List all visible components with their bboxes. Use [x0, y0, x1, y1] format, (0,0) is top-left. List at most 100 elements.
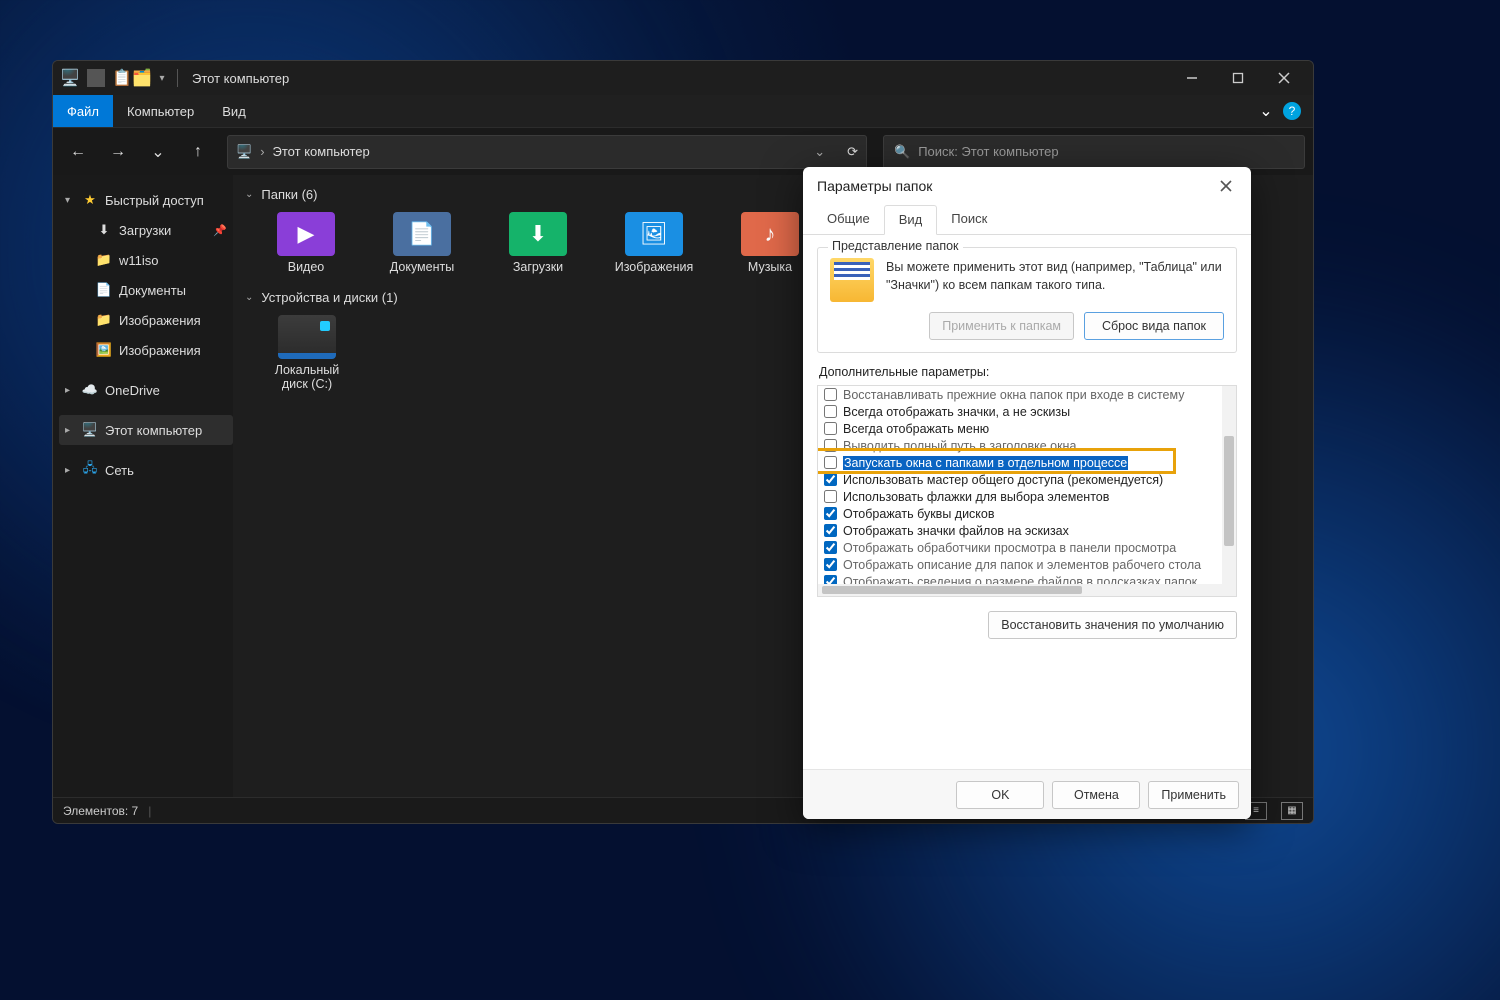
advanced-option[interactable]: Отображать сведения о размере файлов в п…	[822, 573, 1222, 584]
advanced-option[interactable]: Отображать обработчики просмотра в панел…	[822, 539, 1222, 556]
option-checkbox[interactable]	[824, 558, 837, 571]
minimize-button[interactable]	[1169, 61, 1215, 95]
up-button[interactable]: ↑	[181, 135, 215, 169]
option-checkbox[interactable]	[824, 575, 837, 584]
tab-view[interactable]: Вид	[884, 205, 938, 235]
advanced-option[interactable]: Отображать значки файлов на эскизах	[822, 522, 1222, 539]
scrollbar-thumb[interactable]	[822, 586, 1082, 594]
breadcrumb-sep: ›	[260, 144, 264, 159]
view-icons-button[interactable]: ▦	[1281, 802, 1303, 820]
folder-view-legend: Представление папок	[828, 239, 963, 253]
advanced-option[interactable]: Восстанавливать прежние окна папок при в…	[822, 386, 1222, 403]
advanced-option[interactable]: Отображать описание для папок и элементо…	[822, 556, 1222, 573]
sidebar-item-label: Изображения	[119, 343, 201, 358]
restore-defaults-button[interactable]: Восстановить значения по умолчанию	[988, 611, 1237, 639]
sidebar-item-quick-access[interactable]: ▾ ★ Быстрый доступ	[59, 185, 233, 215]
properties-icon[interactable]: 📋	[113, 69, 131, 87]
recent-locations-button[interactable]: ⌄	[141, 135, 175, 169]
sidebar-item-label: w11iso	[119, 253, 159, 268]
breadcrumb-location[interactable]: Этот компьютер	[273, 144, 370, 159]
tile-label: Видео	[288, 260, 325, 274]
star-icon: ★	[81, 192, 99, 208]
search-box[interactable]: 🔍 Поиск: Этот компьютер	[883, 135, 1305, 169]
menu-file[interactable]: Файл	[53, 95, 113, 127]
folder-pictures[interactable]: 🖼Изображения	[611, 212, 697, 274]
tab-general[interactable]: Общие	[813, 205, 884, 234]
chevron-down-icon[interactable]: ⌄	[245, 189, 253, 200]
dialog-close-button[interactable]	[1211, 171, 1241, 201]
advanced-option[interactable]: Запускать окна с папками в отдельном про…	[822, 454, 1222, 471]
forward-button[interactable]: →	[101, 135, 135, 169]
ribbon-expand-icon[interactable]: ⌄	[1253, 95, 1279, 127]
sidebar-item-pictures-1[interactable]: 📁 Изображения	[59, 305, 233, 335]
reset-folders-button[interactable]: Сброс вида папок	[1084, 312, 1224, 340]
scrollbar-thumb[interactable]	[1224, 436, 1234, 546]
drive-c[interactable]: Локальный диск (C:)	[263, 315, 351, 391]
option-checkbox[interactable]	[824, 422, 837, 435]
folder-icon[interactable]: 🗂️	[133, 69, 151, 87]
option-checkbox[interactable]	[824, 473, 837, 486]
tile-label: Локальный диск (C:)	[263, 363, 351, 391]
search-placeholder: Поиск: Этот компьютер	[918, 144, 1058, 159]
menu-computer[interactable]: Компьютер	[113, 95, 208, 127]
chevron-right-icon[interactable]: ▸	[65, 465, 75, 476]
option-checkbox[interactable]	[824, 524, 837, 537]
option-checkbox[interactable]	[824, 405, 837, 418]
chevron-down-icon[interactable]: ▾	[65, 195, 75, 206]
pictures-icon: 🖼️	[95, 342, 113, 358]
advanced-option[interactable]: Всегда отображать меню	[822, 420, 1222, 437]
chevron-right-icon[interactable]: ▸	[65, 425, 75, 436]
pin-icon: 📌	[213, 224, 227, 237]
apply-to-folders-button[interactable]: Применить к папкам	[929, 312, 1074, 340]
cloud-icon: ☁️	[81, 382, 99, 398]
chevron-down-icon[interactable]: ▾	[153, 69, 171, 87]
sidebar-item-this-pc[interactable]: ▸ 🖥️ Этот компьютер	[59, 415, 233, 445]
nav-tree: ▾ ★ Быстрый доступ ⬇ Загрузки 📌 📁 w11iso…	[53, 175, 233, 797]
folder-video[interactable]: ▶Видео	[263, 212, 349, 274]
address-bar[interactable]: 🖥️ › Этот компьютер ⌄ ⟳	[227, 135, 867, 169]
advanced-option[interactable]: Отображать буквы дисков	[822, 505, 1222, 522]
drive-icon	[278, 315, 336, 359]
address-dropdown-icon[interactable]: ⌄	[814, 144, 825, 160]
advanced-option[interactable]: Всегда отображать значки, а не эскизы	[822, 403, 1222, 420]
sidebar-item-onedrive[interactable]: ▸ ☁️ OneDrive	[59, 375, 233, 405]
option-checkbox[interactable]	[824, 507, 837, 520]
advanced-option[interactable]: Выводить полный путь в заголовке окна	[822, 437, 1222, 454]
close-button[interactable]	[1261, 61, 1307, 95]
status-items-count: Элементов: 7	[63, 804, 138, 818]
chevron-right-icon[interactable]: ▸	[65, 385, 75, 396]
horizontal-scrollbar[interactable]	[818, 584, 1236, 596]
vertical-scrollbar[interactable]	[1222, 386, 1236, 584]
apply-button[interactable]: Применить	[1148, 781, 1239, 809]
option-checkbox[interactable]	[824, 541, 837, 554]
help-icon[interactable]: ?	[1279, 95, 1305, 127]
cancel-button[interactable]: Отмена	[1052, 781, 1140, 809]
option-checkbox[interactable]	[824, 456, 837, 469]
maximize-button[interactable]	[1215, 61, 1261, 95]
back-button[interactable]: ←	[61, 135, 95, 169]
folder-music[interactable]: ♪Музыка	[727, 212, 813, 274]
ok-button[interactable]: OK	[956, 781, 1044, 809]
folder-view-icon	[830, 258, 874, 302]
dialog-body: Представление папок Вы можете применить …	[803, 235, 1251, 769]
option-checkbox[interactable]	[824, 490, 837, 503]
option-checkbox[interactable]	[824, 439, 837, 452]
sidebar-item-downloads[interactable]: ⬇ Загрузки 📌	[59, 215, 233, 245]
sidebar-item-pictures-2[interactable]: 🖼️ Изображения	[59, 335, 233, 365]
advanced-settings-list[interactable]: Восстанавливать прежние окна папок при в…	[817, 385, 1237, 597]
tab-search[interactable]: Поиск	[937, 205, 1001, 234]
refresh-icon[interactable]: ⟳	[847, 144, 858, 160]
sidebar-item-documents[interactable]: 📄 Документы	[59, 275, 233, 305]
advanced-option[interactable]: Использовать мастер общего доступа (реко…	[822, 471, 1222, 488]
advanced-option[interactable]: Использовать флажки для выбора элементов	[822, 488, 1222, 505]
sidebar-item-network[interactable]: ▸ 🖧 Сеть	[59, 455, 233, 485]
search-icon: 🔍	[894, 144, 910, 160]
menu-view[interactable]: Вид	[208, 95, 260, 127]
folder-downloads[interactable]: ⬇Загрузки	[495, 212, 581, 274]
chevron-down-icon[interactable]: ⌄	[245, 292, 253, 303]
sidebar-item-w11iso[interactable]: 📁 w11iso	[59, 245, 233, 275]
option-checkbox[interactable]	[824, 388, 837, 401]
folder-documents[interactable]: 📄Документы	[379, 212, 465, 274]
titlebar-divider	[87, 69, 105, 87]
status-divider: |	[148, 804, 151, 818]
